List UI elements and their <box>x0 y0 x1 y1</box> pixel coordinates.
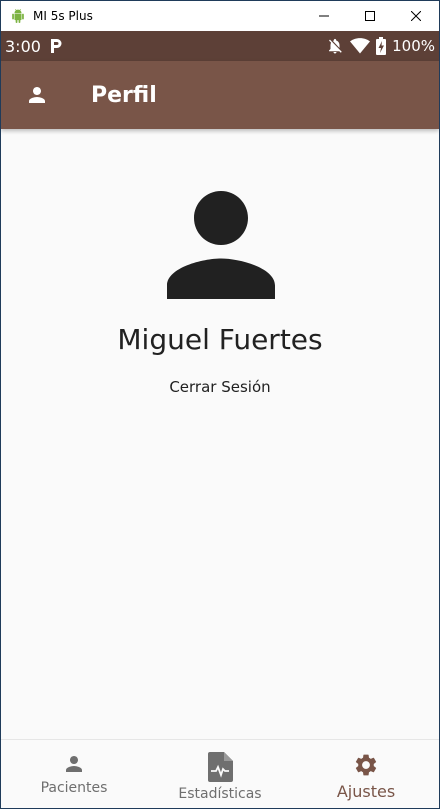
gear-icon <box>355 754 377 776</box>
logout-button[interactable]: Cerrar Sesión <box>151 375 289 399</box>
window-titlebar: MI 5s Plus <box>1 1 439 31</box>
profile-content: Miguel Fuertes Cerrar Sesión <box>1 129 439 739</box>
nav-item-ajustes[interactable]: Ajustes <box>293 740 439 808</box>
window-title: MI 5s Plus <box>33 9 93 23</box>
chart-document-icon <box>208 752 233 782</box>
window-controls <box>301 1 439 31</box>
emulator-window: MI 5s Plus 3:00 100% Perfil Miguel Fuert… <box>0 0 440 809</box>
close-icon <box>411 11 421 21</box>
parking-icon <box>50 39 62 53</box>
android-icon <box>12 9 24 23</box>
profile-avatar-icon <box>167 191 275 299</box>
nav-label: Estadísticas <box>178 786 262 802</box>
nav-item-pacientes[interactable]: Pacientes <box>1 740 147 808</box>
wifi-icon <box>350 38 371 54</box>
status-icons: 100% <box>326 31 435 61</box>
person-icon <box>29 87 45 103</box>
battery-charging-icon <box>376 37 387 55</box>
notifications-off-icon <box>329 38 342 54</box>
bottom-navigation: Pacientes Estadísticas Ajustes <box>1 739 439 808</box>
page-title: Perfil <box>91 82 157 108</box>
app-bar: Perfil <box>1 61 439 129</box>
maximize-button[interactable] <box>347 1 393 31</box>
nav-label: Ajustes <box>336 782 396 801</box>
nav-label: Pacientes <box>40 780 108 796</box>
android-statusbar: 3:00 100% <box>1 31 439 61</box>
profile-name: Miguel Fuertes <box>117 323 323 356</box>
minimize-button[interactable] <box>301 1 347 31</box>
battery-percentage: 100% <box>392 37 435 55</box>
nav-item-estadisticas[interactable]: Estadísticas <box>147 740 293 808</box>
close-window-button[interactable] <box>393 1 439 31</box>
person-icon <box>66 756 82 772</box>
minimize-icon <box>319 15 329 17</box>
maximize-icon <box>365 11 375 21</box>
status-time: 3:00 <box>5 36 41 56</box>
